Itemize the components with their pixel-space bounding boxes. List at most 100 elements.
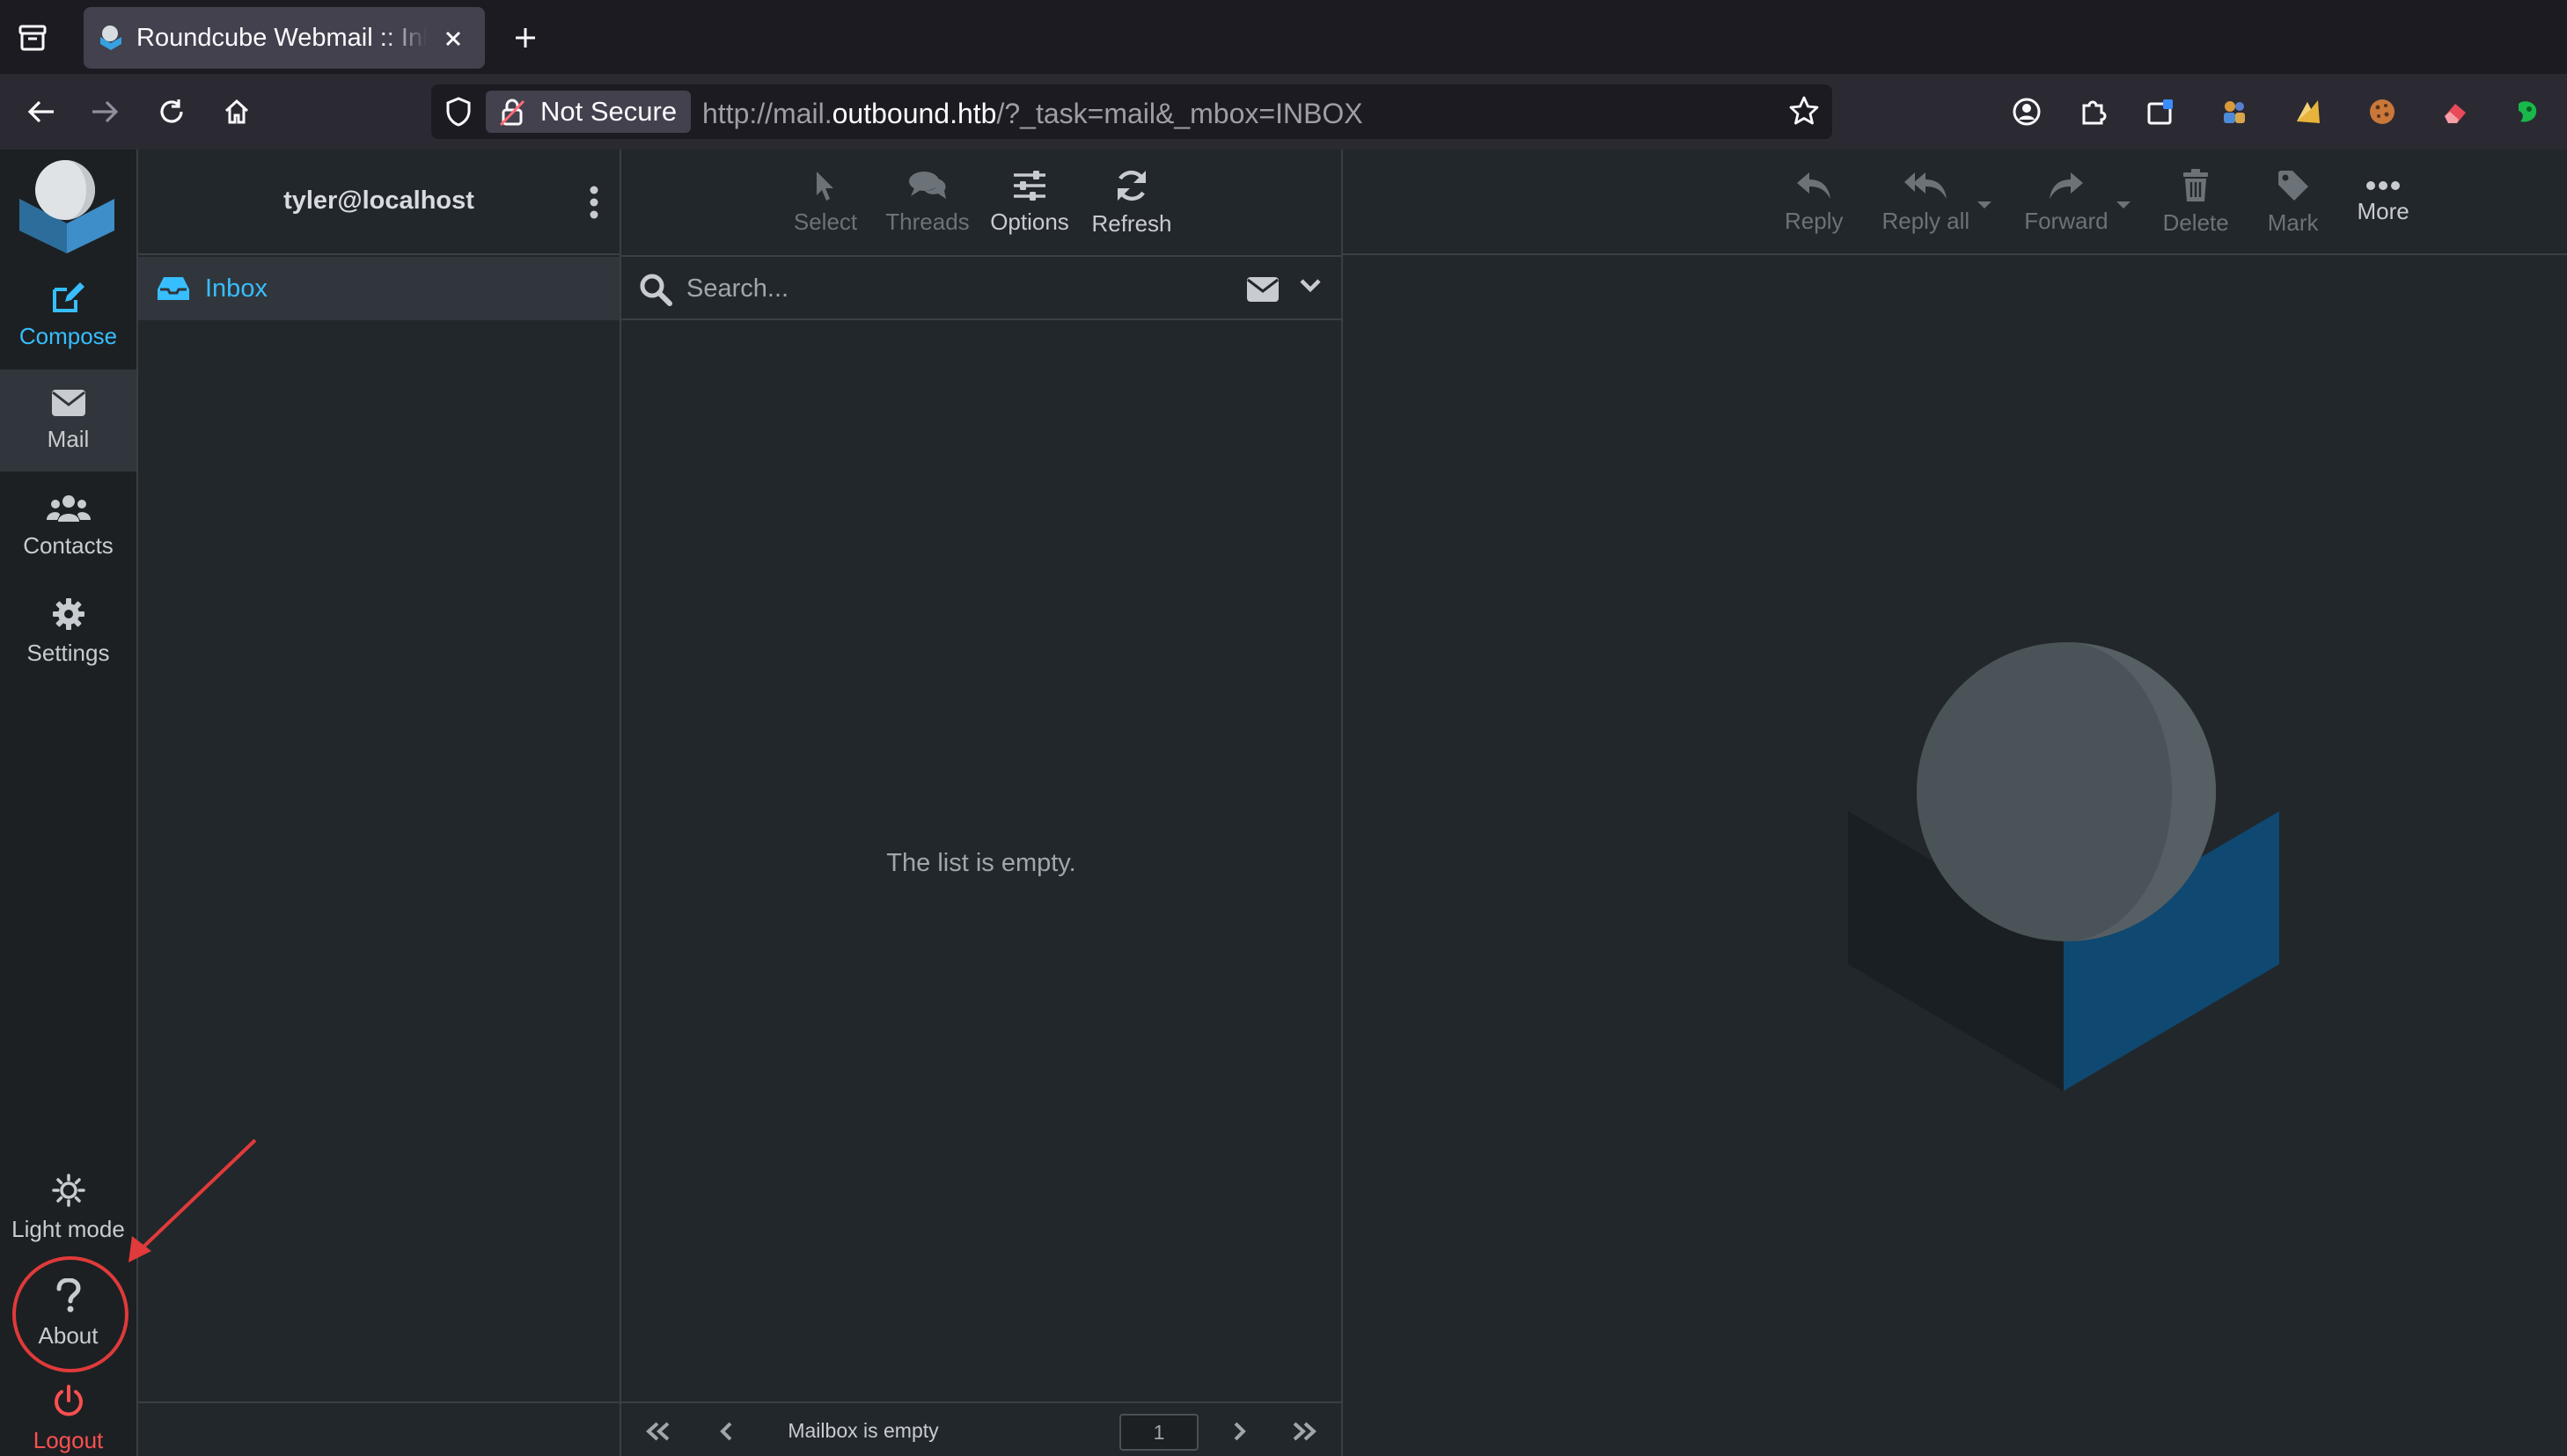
tab-title: Roundcube Webmail :: Inbox [136,24,427,52]
reply-all-dropdown-caret-icon[interactable] [1977,201,1992,209]
reload-icon[interactable] [151,91,192,132]
mark-label: Mark [2267,209,2319,236]
threads-button[interactable]: Threads [876,150,979,255]
message-toolbar: Reply Reply all Forward Delete Mark More [1765,150,2429,255]
options-button[interactable]: Options [979,150,1081,255]
folder-inbox-label: Inbox [205,274,268,303]
extension-user-agent-icon[interactable] [2214,91,2255,132]
url-text[interactable]: http://mail.outbound.htb/?_task=mail&_mb… [702,98,1363,130]
close-tab-icon[interactable] [437,23,469,55]
url-bar[interactable]: Not Secure http://mail.outbound.htb/?_ta… [431,84,1832,139]
bookmark-star-icon[interactable] [1788,95,1820,127]
task-light-mode[interactable]: Light mode [0,1157,136,1259]
task-mail[interactable]: Mail [0,369,136,472]
pointer-cursor-icon [817,171,833,201]
gear-icon [52,597,84,630]
next-page-chevron-icon[interactable] [1221,1416,1257,1447]
delete-button[interactable]: Delete [2144,150,2248,255]
reply-all-arrows-icon [1904,172,1947,199]
contacts-label: Contacts [23,531,114,559]
options-label: Options [990,208,1069,235]
compose-pencil-icon [52,282,84,312]
container-tabs-icon[interactable] [2140,91,2181,132]
extension-eraser-icon[interactable] [2434,91,2475,132]
search-input[interactable] [686,267,1232,310]
message-list-footer: Mailbox is empty [621,1401,1341,1456]
list-all-tabs-icon[interactable] [12,18,53,58]
mail-label: Mail [47,425,90,452]
roundcube-logo[interactable] [16,157,120,255]
reply-all-label: Reply all [1881,207,1970,234]
message-count-text: Mailbox is empty [788,1419,939,1442]
page-number-input[interactable] [1119,1414,1199,1451]
task-settings[interactable]: Settings [0,581,136,683]
message-list-panel: Select Threads Options Refresh Search...… [621,150,1343,1456]
delete-label: Delete [2162,209,2229,236]
preview-header: Reply Reply all Forward Delete Mark More [1343,150,2567,255]
task-compose[interactable]: Compose [0,264,136,366]
task-contacts[interactable]: Contacts [0,475,136,577]
account-username: tyler@localhost [283,187,474,215]
contacts-users-icon [46,494,91,522]
url-path: /?_task=mail&_mbox=INBOX [996,98,1363,129]
forward-button[interactable]: Forward [2005,150,2143,255]
browser-tab-strip: Roundcube Webmail :: Inbox [0,0,2567,74]
question-mark-icon [56,1277,81,1312]
reply-arrow-icon [1797,172,1831,199]
select-button[interactable]: Select [774,150,876,255]
empty-list-message: The list is empty. [886,849,1076,877]
roundcube-favicon-icon [98,25,124,51]
message-preview-panel: Reply Reply all Forward Delete Mark More [1343,150,2567,1456]
threads-label: Threads [885,208,970,235]
folders-header: tyler@localhost [138,150,620,255]
select-label: Select [793,208,858,235]
more-dots-icon [2366,180,2401,190]
sliders-icon [1014,170,1045,201]
message-list-toolbar: Select Threads Options Refresh [774,150,1183,255]
browser-tab-active[interactable]: Roundcube Webmail :: Inbox [84,7,485,69]
more-label: More [2357,197,2409,224]
envelope-icon [51,389,85,416]
folder-list-panel: tyler@localhost Inbox [138,150,621,1456]
folder-inbox[interactable]: Inbox [138,257,620,320]
extension-cookie-editor-icon[interactable] [2362,91,2402,132]
url-host: outbound.htb [832,98,997,129]
inbox-tray-icon [156,275,191,302]
last-page-double-chevron-icon[interactable] [1287,1416,1322,1447]
light-mode-label: Light mode [11,1215,125,1242]
settings-label: Settings [26,639,110,666]
folder-actions-menu-icon[interactable] [576,181,612,223]
reply-all-button[interactable]: Reply all [1862,150,2005,255]
tracking-protection-shield-icon[interactable] [445,97,472,127]
more-button[interactable]: More [2338,150,2429,255]
browser-navigation-bar: Not Secure http://mail.outbound.htb/?_ta… [0,74,2567,150]
home-icon[interactable] [216,91,257,132]
account-icon[interactable] [2006,91,2047,132]
task-about[interactable]: About [0,1262,136,1365]
forward-arrow-icon[interactable] [84,91,125,132]
search-bar [621,257,1341,320]
task-menu: Compose Mail Contacts Settings Light mod… [0,150,138,1456]
sun-icon [51,1173,85,1207]
search-options-chevron-down-icon[interactable] [1299,278,1322,294]
search-scope-envelope-icon[interactable] [1246,276,1280,303]
refresh-arrows-icon [1117,170,1147,201]
task-logout[interactable]: Logout [0,1368,136,1456]
search-icon[interactable] [639,273,672,306]
refresh-button[interactable]: Refresh [1081,150,1183,255]
site-security-indicator[interactable]: Not Secure [486,91,692,133]
logout-label: Logout [33,1426,104,1453]
roundcube-watermark-logo [1848,642,2288,1091]
forward-dropdown-caret-icon[interactable] [2116,201,2131,209]
trash-icon [2183,168,2209,201]
extension-green-icon[interactable] [2506,91,2547,132]
back-arrow-icon[interactable] [21,91,62,132]
folders-footer [138,1401,620,1456]
compose-label: Compose [18,322,118,349]
reply-button[interactable]: Reply [1765,150,1862,255]
extensions-puzzle-icon[interactable] [2073,91,2114,132]
extension-wappalyzer-icon[interactable] [2288,91,2329,132]
forward-label: Forward [2024,207,2109,234]
mark-button[interactable]: Mark [2248,150,2338,255]
new-tab-icon[interactable] [505,18,546,58]
